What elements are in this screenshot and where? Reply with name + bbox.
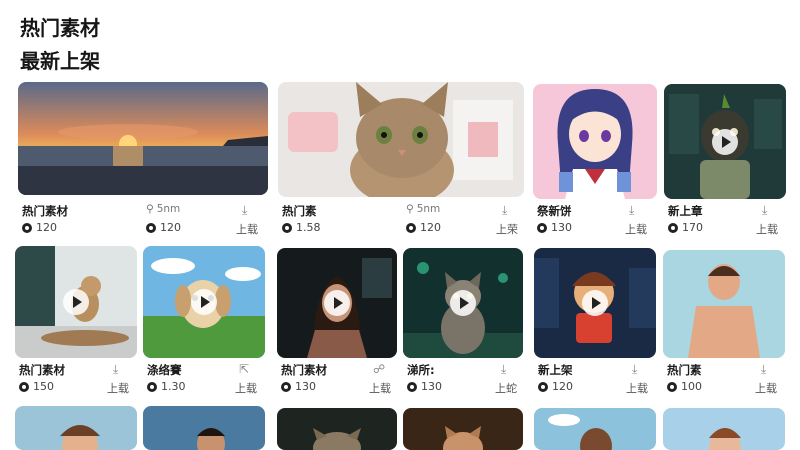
download-label[interactable]: 上载 bbox=[625, 221, 647, 237]
woman-portrait-thumbnail[interactable] bbox=[277, 248, 397, 358]
cartoon-girl-thumbnail[interactable] bbox=[663, 408, 785, 450]
card-title: 热门素材 bbox=[281, 363, 327, 377]
asset-card[interactable]: 涕所: 130 ⤓ 上蛇 bbox=[403, 248, 523, 396]
cat-neon-thumbnail[interactable] bbox=[403, 248, 523, 358]
download-arrow-icon[interactable]: ⤓ bbox=[629, 203, 634, 218]
section-title-hot: 热门素材 bbox=[20, 16, 100, 40]
eye-icon bbox=[537, 222, 547, 233]
asset-card[interactable]: 热门素材 130 ☍ 上载 bbox=[277, 248, 397, 396]
download-arrow-icon[interactable]: ⤓ bbox=[761, 362, 766, 377]
secondary-count: 120 bbox=[420, 221, 441, 234]
sunset-thumbnail[interactable] bbox=[18, 82, 268, 195]
eye-icon bbox=[147, 381, 157, 392]
download-label[interactable]: 上载 bbox=[756, 221, 778, 237]
share-icon[interactable]: ☍ bbox=[373, 362, 385, 376]
eye-icon bbox=[407, 381, 417, 392]
asset-card[interactable]: 新上架 120 ⤓ 上载 bbox=[534, 248, 656, 396]
view-count: 150 bbox=[33, 380, 54, 393]
asset-card[interactable]: 热门素 1.58 ⚲ 5nm 120 ⤓ 上荣 bbox=[278, 82, 524, 237]
secondary-count: 120 bbox=[160, 221, 181, 234]
download-arrow-icon[interactable]: ⤓ bbox=[501, 362, 506, 377]
puppy-thumbnail[interactable] bbox=[143, 246, 265, 358]
download-arrow-icon[interactable]: ⤓ bbox=[113, 362, 118, 377]
section-title-new: 最新上架 bbox=[20, 49, 100, 73]
view-count: 1.58 bbox=[296, 221, 321, 234]
play-icon[interactable] bbox=[191, 289, 217, 315]
asset-card[interactable]: 热门素 100 ⤓ 上载 bbox=[663, 250, 785, 396]
file-size: 5nm bbox=[416, 203, 441, 215]
view-count: 170 bbox=[682, 221, 703, 234]
card-title: 热门素材 bbox=[22, 204, 68, 218]
card-title: 涕所: bbox=[407, 363, 435, 377]
play-icon[interactable] bbox=[712, 128, 738, 155]
download-label[interactable]: 上荣 bbox=[496, 221, 518, 237]
cartoon-man-thumbnail[interactable] bbox=[663, 250, 785, 358]
eye-icon bbox=[22, 222, 32, 233]
download-label[interactable]: 上载 bbox=[236, 221, 258, 237]
download-arrow-icon[interactable]: ⤓ bbox=[502, 203, 507, 218]
download-arrow-icon[interactable]: ⤓ bbox=[242, 203, 247, 218]
eye-icon bbox=[406, 222, 416, 233]
file-size: 5nm bbox=[156, 203, 181, 215]
card-title: 祭新饼 bbox=[537, 204, 572, 218]
asset-card[interactable]: 热门素材 150 ⤓ 上载 bbox=[15, 246, 137, 396]
eye-icon bbox=[538, 381, 548, 392]
download-label[interactable]: 上蛇 bbox=[495, 380, 517, 396]
download-label[interactable]: 上载 bbox=[369, 380, 391, 396]
download-arrow-icon[interactable]: ⤓ bbox=[762, 203, 767, 218]
pin-icon: ⚲ bbox=[146, 203, 154, 215]
view-count: 130 bbox=[295, 380, 316, 393]
download-label[interactable]: 上载 bbox=[626, 380, 648, 396]
play-icon[interactable] bbox=[582, 290, 608, 316]
eye-icon bbox=[668, 222, 678, 233]
card-title: 热门素 bbox=[667, 363, 702, 377]
play-icon[interactable] bbox=[324, 290, 350, 316]
anime-girl-thumbnail[interactable] bbox=[533, 84, 657, 199]
view-count: 1.30 bbox=[161, 380, 186, 393]
download-arrow-icon[interactable]: ⤓ bbox=[632, 362, 637, 377]
card-title: 新上架 bbox=[538, 363, 573, 377]
card-title: 热门素 bbox=[282, 204, 317, 218]
download-label[interactable]: 上载 bbox=[107, 380, 129, 396]
eye-icon bbox=[667, 381, 677, 392]
card-title: 涤络賽 bbox=[147, 363, 182, 377]
asset-card[interactable]: 热门素材 120 ⚲ 5nm 120 ⤓ 上载 bbox=[18, 82, 268, 237]
view-count: 130 bbox=[551, 221, 572, 234]
pin-icon: ⚲ bbox=[406, 203, 414, 215]
download-label[interactable]: 上载 bbox=[235, 380, 257, 396]
bird-character-thumbnail[interactable] bbox=[664, 84, 786, 199]
download-label[interactable]: 上载 bbox=[755, 380, 777, 396]
cat-thumbnail[interactable] bbox=[278, 82, 524, 197]
card-title: 热门素材 bbox=[19, 363, 65, 377]
girl-beach-thumbnail[interactable] bbox=[15, 406, 137, 450]
asset-card[interactable]: 祭新饼 130 ⤓ 上载 bbox=[533, 84, 657, 237]
eye-icon bbox=[146, 222, 156, 233]
dog-room-thumbnail[interactable] bbox=[15, 246, 137, 358]
export-icon[interactable]: ⇱ bbox=[239, 362, 249, 376]
cartoon-boy-thumbnail[interactable] bbox=[534, 408, 656, 450]
asset-card[interactable]: 新上章 170 ⤓ 上载 bbox=[664, 84, 786, 237]
asset-card[interactable]: 涤络賽 1.30 ⇱ 上载 bbox=[143, 246, 265, 396]
eye-icon bbox=[281, 381, 291, 392]
view-count: 120 bbox=[552, 380, 573, 393]
view-count: 120 bbox=[36, 221, 57, 234]
eye-icon bbox=[19, 381, 29, 392]
play-icon[interactable] bbox=[63, 289, 89, 315]
view-count: 100 bbox=[681, 380, 702, 393]
cartoon-kid-thumbnail[interactable] bbox=[534, 248, 656, 358]
cat-dark-thumbnail[interactable] bbox=[277, 408, 397, 450]
play-icon[interactable] bbox=[450, 290, 476, 316]
card-title: 新上章 bbox=[668, 204, 703, 218]
man-phone-thumbnail[interactable] bbox=[143, 406, 265, 450]
view-count: 130 bbox=[421, 380, 442, 393]
cat-warm-thumbnail[interactable] bbox=[403, 408, 523, 450]
eye-icon bbox=[282, 222, 292, 233]
